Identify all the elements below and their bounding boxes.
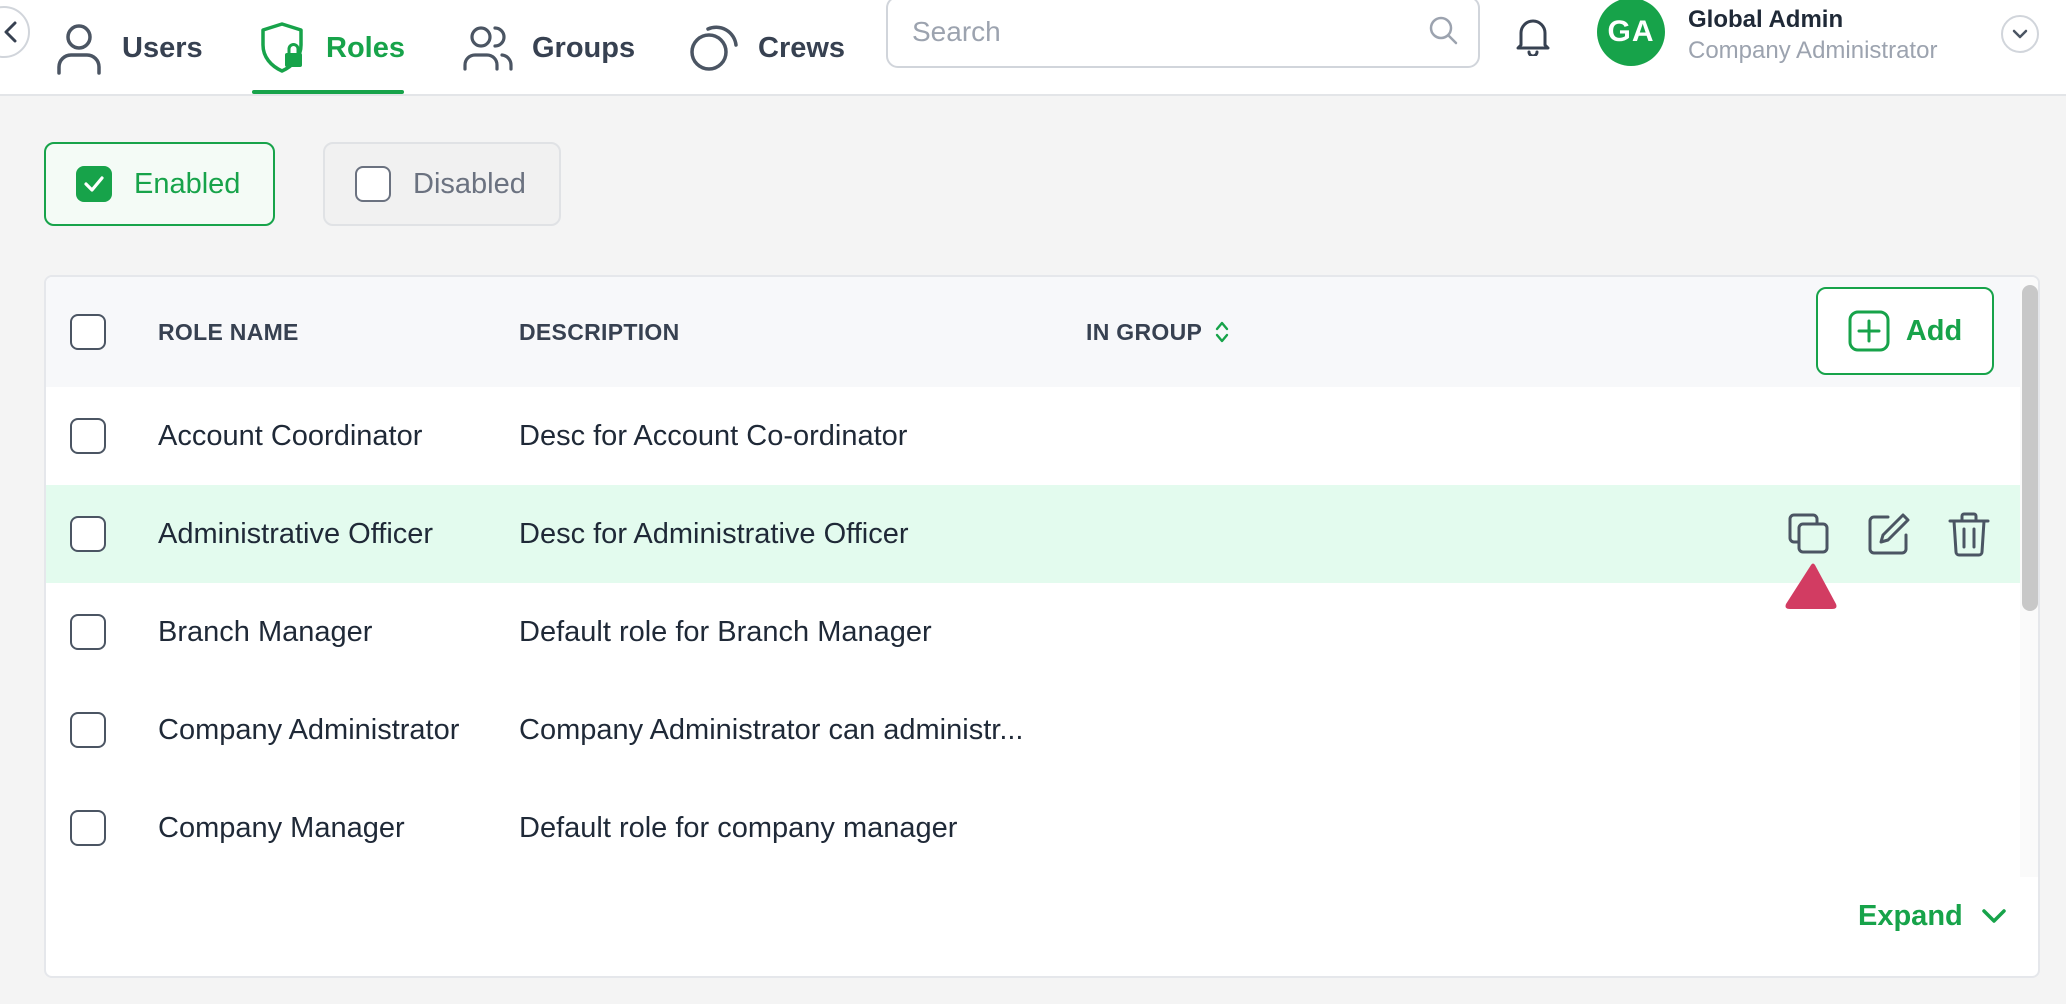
row-checkbox[interactable]: [70, 614, 106, 650]
table-header: ROLE NAME DESCRIPTION IN GROUP Add: [46, 277, 2020, 387]
tab-users-label: Users: [122, 31, 203, 64]
column-header-description[interactable]: DESCRIPTION: [519, 277, 679, 387]
tab-users[interactable]: Users: [48, 0, 209, 96]
bell-icon: [1516, 19, 1550, 56]
description-cell: Default role for Branch Manager: [519, 615, 932, 648]
user-name: Global Admin: [1688, 6, 1844, 33]
search-icon[interactable]: [1428, 15, 1458, 50]
users-group-icon: [462, 23, 514, 73]
check-icon: [84, 176, 104, 192]
back-button[interactable]: [0, 6, 30, 58]
description-cell: Desc for Account Co-ordinator: [519, 419, 908, 452]
chevron-down-icon: [2012, 29, 2028, 39]
tab-groups-label: Groups: [532, 31, 636, 64]
role-name-cell: Branch Manager: [158, 615, 373, 648]
roles-table-card: ROLE NAME DESCRIPTION IN GROUP Add Accou…: [44, 275, 2040, 978]
chevron-down-icon: [1982, 909, 2006, 923]
duplicate-button[interactable]: [1785, 510, 1833, 558]
table-row[interactable]: Administrative Officer Desc for Administ…: [46, 485, 2020, 583]
table-row[interactable]: Company Administrator Company Administra…: [46, 681, 2020, 779]
row-checkbox[interactable]: [70, 810, 106, 846]
add-role-label: Add: [1905, 314, 1963, 347]
scrollbar-thumb[interactable]: [2022, 285, 2038, 611]
row-checkbox[interactable]: [70, 712, 106, 748]
filter-enabled[interactable]: Enabled: [44, 142, 275, 226]
checkbox-disabled[interactable]: [355, 166, 391, 202]
delete-button[interactable]: [1945, 510, 1993, 558]
copy-icon: [1788, 513, 1829, 554]
sort-icon: [1215, 321, 1229, 343]
top-nav-bar: Users Roles Groups Crews GA Global Admin…: [0, 0, 2066, 96]
add-role-button[interactable]: Add: [1816, 287, 1994, 375]
search-input[interactable]: [912, 16, 1428, 48]
plus-square-icon: [1848, 310, 1890, 352]
column-header-role-name[interactable]: ROLE NAME: [158, 277, 299, 387]
trash-icon: [1948, 512, 1990, 557]
shield-lock-icon: [258, 21, 308, 75]
row-actions: [46, 485, 2020, 583]
pointer-marker-icon: [1785, 563, 1837, 609]
active-tab-indicator: [252, 90, 404, 94]
tab-crews[interactable]: Crews: [682, 0, 851, 96]
filter-enabled-label: Enabled: [134, 167, 241, 200]
table-row[interactable]: Company Manager Default role for company…: [46, 779, 2020, 877]
row-checkbox[interactable]: [70, 418, 106, 454]
tab-groups[interactable]: Groups: [456, 0, 641, 96]
filter-disabled-label: Disabled: [413, 167, 526, 200]
avatar[interactable]: GA: [1597, 0, 1665, 66]
filter-disabled[interactable]: Disabled: [323, 142, 561, 226]
user-icon: [54, 21, 104, 75]
description-cell: Company Administrator can administr...: [519, 713, 1024, 746]
tab-crews-label: Crews: [758, 31, 846, 64]
description-cell: Default role for company manager: [519, 811, 958, 844]
column-header-in-group-label: IN GROUP: [1086, 318, 1203, 345]
search-box: [886, 0, 1480, 68]
tab-roles[interactable]: Roles: [252, 0, 405, 96]
checkbox-enabled[interactable]: [76, 166, 112, 202]
expand-button[interactable]: Expand: [1858, 894, 2007, 938]
crews-icon: [688, 21, 740, 75]
notifications-button[interactable]: [1513, 12, 1553, 58]
user-role: Company Administrator: [1688, 37, 1938, 64]
user-menu-button[interactable]: [2001, 15, 2039, 53]
role-name-cell: Company Administrator: [158, 713, 460, 746]
table-row[interactable]: Branch Manager Default role for Branch M…: [46, 583, 2020, 681]
column-header-in-group[interactable]: IN GROUP: [1086, 277, 1230, 387]
chevron-left-icon: [4, 21, 17, 43]
edit-icon: [1868, 513, 1910, 555]
expand-label: Expand: [1858, 899, 1963, 932]
role-name-cell: Company Manager: [158, 811, 405, 844]
select-all-checkbox[interactable]: [70, 314, 106, 350]
tab-roles-label: Roles: [326, 31, 405, 64]
edit-button[interactable]: [1865, 510, 1913, 558]
table-row[interactable]: Account Coordinator Desc for Account Co-…: [46, 387, 2020, 485]
role-name-cell: Account Coordinator: [158, 419, 423, 452]
